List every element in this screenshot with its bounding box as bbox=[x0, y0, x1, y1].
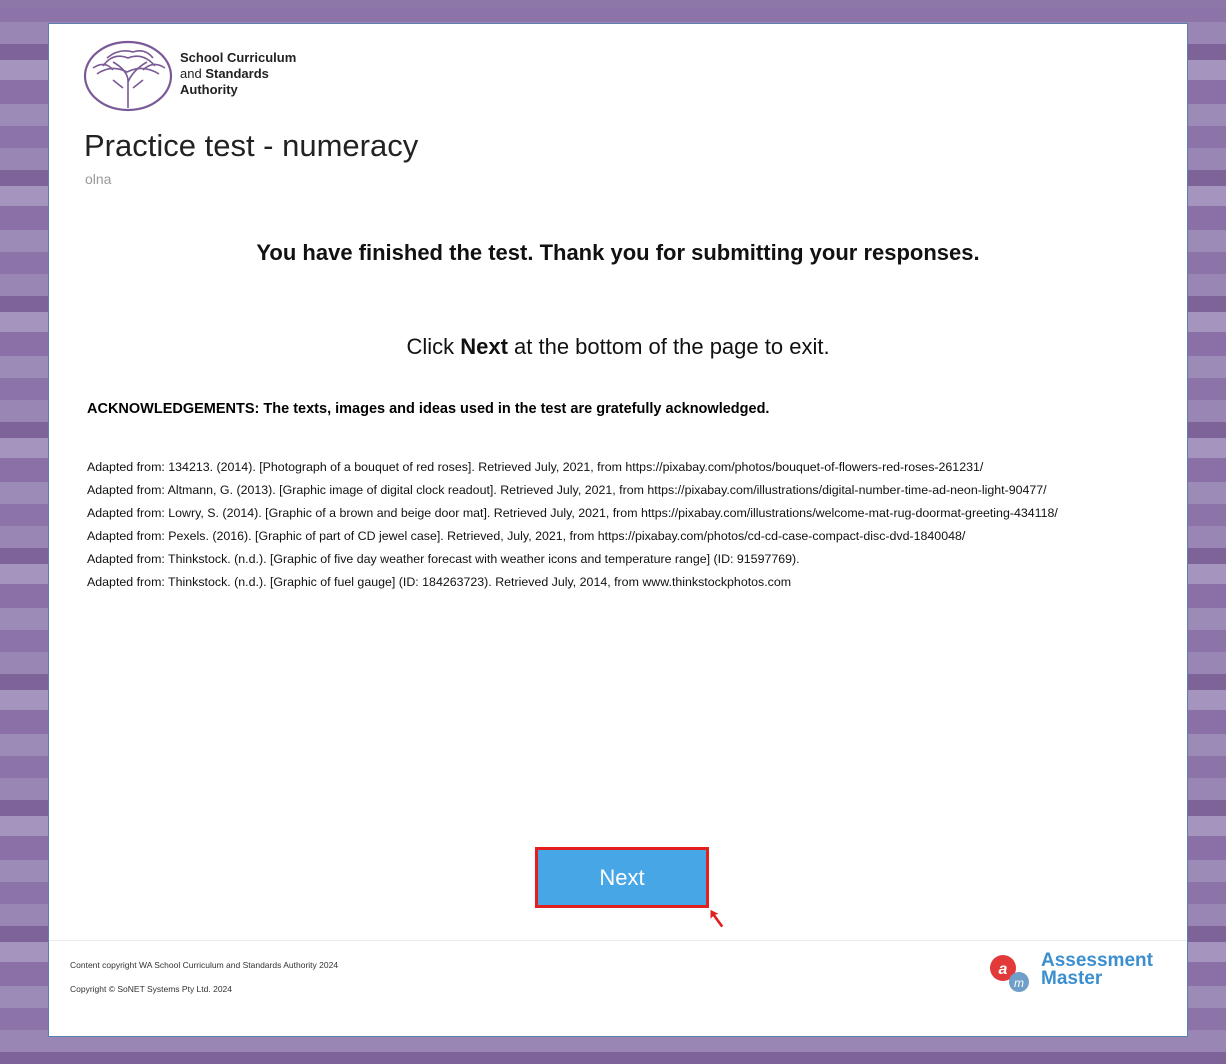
acknowledgement-item: Adapted from: Altmann, G. (2013). [Graph… bbox=[87, 483, 1047, 497]
logo-line-1: School Curriculum bbox=[180, 50, 297, 65]
instruction-prefix: Click bbox=[406, 334, 461, 359]
acknowledgement-item: Adapted from: Thinkstock. (n.d.). [Graph… bbox=[87, 552, 800, 566]
assessment-master-wordmark: Assessment Master bbox=[1041, 951, 1153, 989]
svg-text:m: m bbox=[1014, 976, 1024, 990]
instruction-bold: Next bbox=[460, 334, 508, 359]
scsa-logo-text: School Curriculum and Standards Authorit… bbox=[180, 50, 296, 98]
assessment-master-logo-icon: a m bbox=[990, 955, 1029, 992]
page-title: Practice test - numeracy bbox=[84, 128, 419, 163]
acknowledgement-item: Adapted from: 134213. (2014). [Photograp… bbox=[87, 460, 984, 474]
content-card: School Curriculum and Standards Authorit… bbox=[48, 23, 1188, 1037]
acknowledgements-heading: ACKNOWLEDGEMENTS: The texts, images and … bbox=[87, 401, 770, 417]
scsa-logo: School Curriculum and Standards Authorit… bbox=[83, 40, 343, 112]
logo-line-2-prefix: and bbox=[180, 66, 206, 81]
exit-instruction: Click Next at the bottom of the page to … bbox=[49, 334, 1187, 360]
svg-text:a: a bbox=[999, 961, 1008, 978]
assessment-master-logo: a m Assessment Master bbox=[979, 951, 1169, 996]
acknowledgement-item: Adapted from: Thinkstock. (n.d.). [Graph… bbox=[87, 575, 792, 589]
acknowledgement-item: Adapted from: Lowry, S. (2014). [Graphic… bbox=[87, 506, 1058, 520]
page-subtitle: olna bbox=[85, 171, 112, 187]
acknowledgements-list: Adapted from: 134213. (2014). [Photograp… bbox=[87, 460, 1172, 598]
logo-line-2-bold: Standards bbox=[205, 66, 269, 81]
scsa-tree-logo-icon bbox=[83, 40, 173, 112]
software-copyright: Copyright © SoNET Systems Pty Ltd. 2024 bbox=[70, 984, 233, 994]
brand-line-2: Master bbox=[1041, 968, 1103, 989]
logo-line-3: Authority bbox=[180, 82, 238, 97]
instruction-suffix: at the bottom of the page to exit. bbox=[507, 334, 830, 359]
next-button[interactable]: Next bbox=[535, 847, 709, 908]
finished-message: You have finished the test. Thank you fo… bbox=[256, 240, 980, 265]
footer-divider bbox=[49, 940, 1187, 941]
content-copyright: Content copyright WA School Curriculum a… bbox=[70, 960, 339, 970]
mouse-cursor-icon bbox=[709, 908, 725, 929]
background-top-stripe bbox=[0, 0, 1226, 8]
acknowledgement-item: Adapted from: Pexels. (2016). [Graphic o… bbox=[87, 529, 966, 543]
